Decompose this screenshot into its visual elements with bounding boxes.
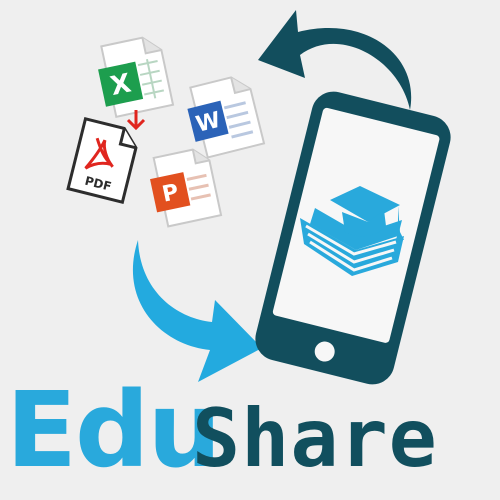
sync-arrow-light-icon [132,240,262,382]
logo-text-edu: Edu [6,378,222,490]
word-icon: W [187,76,266,159]
excel-icon: X [98,36,175,118]
edushare-logo: X W PDF P Edu Share [0,0,500,500]
pdf-icon: PDF [66,116,138,205]
logo-text-share: Share [192,392,438,485]
powerpoint-icon: P [150,148,223,228]
logo-wordmark: Edu Share [0,378,500,490]
